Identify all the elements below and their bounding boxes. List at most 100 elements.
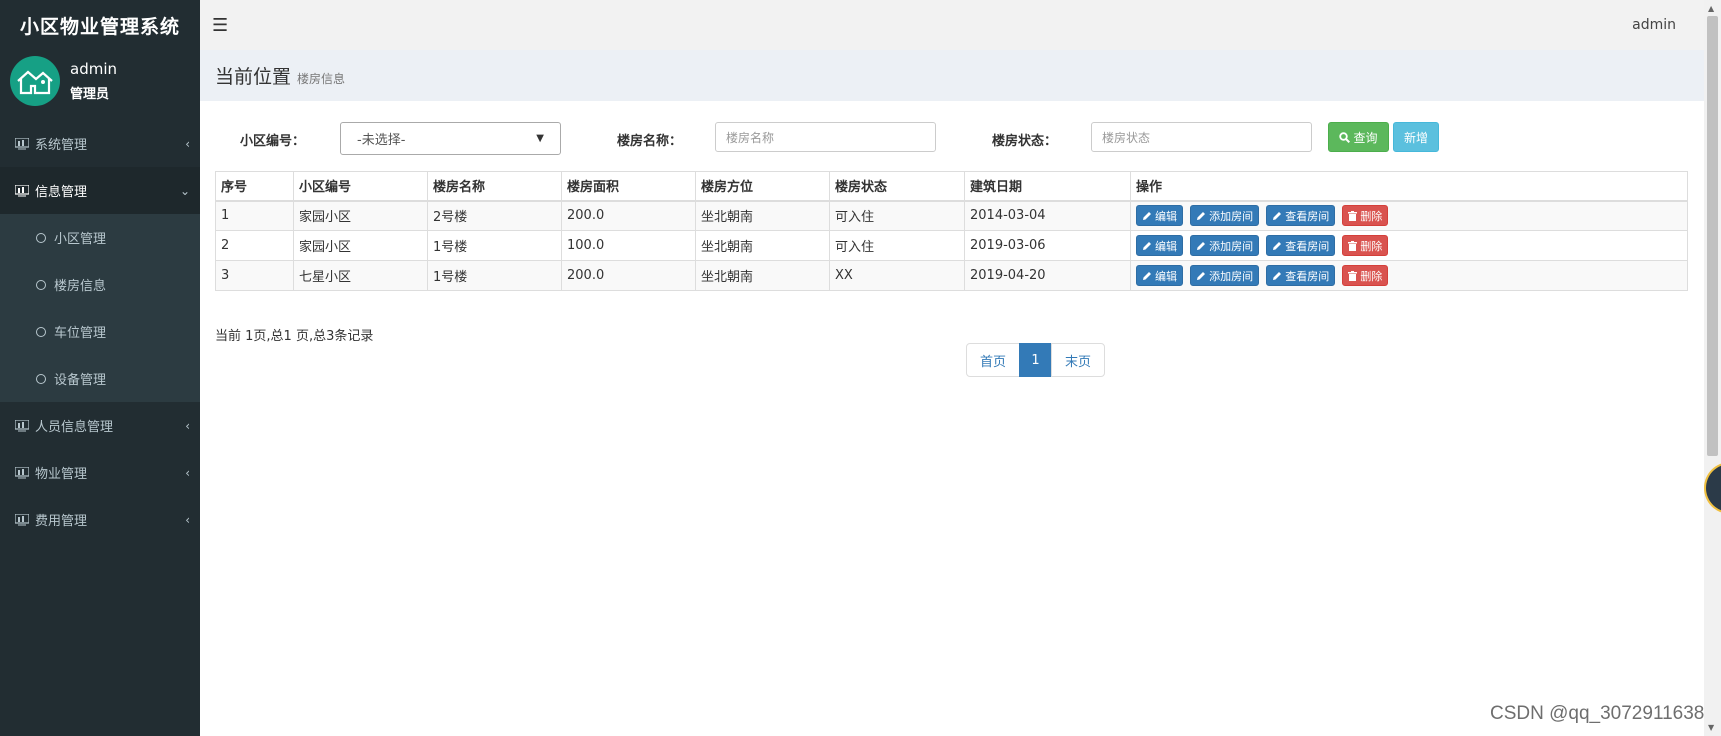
- table-cell: 可入住: [829, 200, 965, 231]
- table-cell: 200.0: [561, 260, 696, 291]
- column-header: 楼房面积: [561, 171, 696, 202]
- sidebar-subitem-label: 设备管理: [54, 373, 107, 388]
- edit-button-label: 编辑: [1155, 239, 1177, 253]
- chevron-down-icon: ⌄: [179, 183, 190, 198]
- chevron-left-icon: ‹: [185, 418, 190, 433]
- sidebar-subitem-label: 小区管理: [54, 232, 107, 247]
- table-cell: 坐北朝南: [695, 200, 830, 231]
- header-user[interactable]: admin: [1632, 17, 1676, 33]
- circle-icon: [36, 279, 46, 290]
- column-header: 楼房名称: [427, 171, 562, 202]
- add-room-button[interactable]: 添加房间: [1190, 265, 1260, 286]
- table-cell: 坐北朝南: [695, 260, 830, 291]
- sidebar-subitem-parking[interactable]: 车位管理: [0, 308, 200, 355]
- column-header: 小区编号: [293, 171, 428, 202]
- table-header-row: 序号 小区编号 楼房名称 楼房面积 楼房方位 楼房状态 建筑日期 操作: [215, 171, 1688, 202]
- building-name-input[interactable]: 楼房名称: [715, 122, 936, 152]
- scroll-down-arrow-icon[interactable]: ▼: [1708, 723, 1714, 732]
- table-cell: 2: [215, 230, 294, 261]
- community-select[interactable]: -未选择- ▼: [340, 122, 561, 155]
- chevron-left-icon: ‹: [185, 136, 190, 151]
- sidebar-item-system[interactable]: 系统管理 ‹: [0, 120, 200, 167]
- sidebar-item-info[interactable]: 信息管理 ⌄: [0, 167, 200, 214]
- pencil-icon: [1197, 211, 1206, 220]
- add-button[interactable]: 新增: [1393, 122, 1439, 152]
- edit-button[interactable]: 编辑: [1136, 265, 1183, 286]
- add-room-button[interactable]: 添加房间: [1190, 205, 1260, 227]
- table-cell: 坐北朝南: [695, 230, 830, 261]
- pencil-icon: [1143, 271, 1151, 280]
- sidebar-item-fees[interactable]: 费用管理 ‹: [0, 496, 200, 543]
- table-cell: 家园小区: [293, 230, 428, 261]
- delete-button[interactable]: 删除: [1342, 265, 1389, 286]
- add-room-button[interactable]: 添加房间: [1190, 235, 1260, 256]
- dashboard-icon: [15, 466, 29, 478]
- view-room-button[interactable]: 查看房间: [1266, 235, 1336, 256]
- pencil-icon: [1197, 271, 1206, 280]
- chevron-left-icon: ‹: [185, 512, 190, 527]
- building-status-input[interactable]: 楼房状态: [1091, 122, 1312, 152]
- watermark: CSDN @qq_3072911638: [1490, 703, 1705, 724]
- last-page-button[interactable]: 末页: [1051, 343, 1105, 377]
- view-room-button[interactable]: 查看房间: [1266, 265, 1336, 286]
- sidebar: 小区物业管理系统 admin 管理员 系统管理 ‹ 信息管理 ⌄ 小区管理 楼房…: [0, 0, 200, 736]
- table-cell: 2号楼: [427, 200, 562, 231]
- actions-cell: 编辑 添加房间 查看房间 删除: [1130, 230, 1688, 261]
- dashboard-icon: [15, 137, 29, 149]
- delete-button[interactable]: 删除: [1342, 235, 1389, 256]
- circle-icon: [36, 232, 46, 243]
- sidebar-item-label: 信息管理: [35, 185, 88, 200]
- view-room-button[interactable]: 查看房间: [1266, 205, 1336, 227]
- search-button[interactable]: 查询: [1328, 122, 1389, 152]
- trash-icon: [1348, 210, 1358, 221]
- hamburger-icon[interactable]: ☰: [212, 15, 228, 36]
- view-room-button-label: 查看房间: [1285, 209, 1330, 223]
- building-status-label: 楼房状态：: [992, 134, 1058, 149]
- pencil-icon: [1273, 271, 1282, 280]
- pencil-icon: [1197, 241, 1206, 250]
- sidebar-item-property[interactable]: 物业管理 ‹: [0, 449, 200, 496]
- filter-bar: 小区编号： -未选择- ▼ 楼房名称： 楼房名称 楼房状态： 楼房状态 查询 新…: [200, 122, 1704, 155]
- pagination: 首页 1 末页: [966, 343, 1105, 377]
- column-header: 序号: [215, 171, 294, 202]
- delete-button-label: 删除: [1360, 209, 1383, 223]
- sidebar-item-personnel[interactable]: 人员信息管理 ‹: [0, 402, 200, 449]
- search-icon: [1339, 131, 1351, 143]
- search-button-label: 查询: [1353, 130, 1378, 145]
- sidebar-subitem-equipment[interactable]: 设备管理: [0, 355, 200, 402]
- circle-icon: [36, 373, 46, 384]
- sidebar-subitem-community[interactable]: 小区管理: [0, 214, 200, 261]
- breadcrumb-title: 当前位置: [215, 66, 292, 88]
- vertical-scrollbar[interactable]: ▲ ▼: [1704, 0, 1721, 736]
- avatar: [10, 56, 60, 106]
- chevron-left-icon: ‹: [185, 465, 190, 480]
- edit-button[interactable]: 编辑: [1136, 205, 1183, 227]
- community-label: 小区编号：: [240, 134, 306, 149]
- column-header: 建筑日期: [964, 171, 1131, 202]
- table-cell: 可入住: [829, 230, 965, 261]
- table-row: 3 七星小区 1号楼 200.0 坐北朝南 XX 2019-04-20 编辑 添…: [215, 260, 1688, 291]
- table-cell: 1: [215, 200, 294, 231]
- user-name: admin: [70, 60, 117, 78]
- scroll-up-arrow-icon[interactable]: ▲: [1708, 4, 1714, 13]
- main-content: 小区编号： -未选择- ▼ 楼房名称： 楼房名称 楼房状态： 楼房状态 查询 新…: [200, 101, 1704, 736]
- building-name-label: 楼房名称：: [617, 134, 683, 149]
- delete-button-label: 删除: [1360, 269, 1383, 283]
- sidebar-subitem-label: 车位管理: [54, 326, 107, 341]
- scrollbar-thumb[interactable]: [1707, 16, 1718, 456]
- community-select-value: -未选择-: [357, 133, 406, 148]
- submenu-info: 小区管理 楼房信息 车位管理 设备管理: [0, 214, 200, 402]
- add-room-button-label: 添加房间: [1209, 269, 1254, 283]
- first-page-button[interactable]: 首页: [966, 343, 1020, 377]
- table-cell: 200.0: [561, 200, 696, 231]
- table-cell: 七星小区: [293, 260, 428, 291]
- sidebar-subitem-label: 楼房信息: [54, 279, 107, 294]
- sidebar-subitem-building[interactable]: 楼房信息: [0, 261, 200, 308]
- trash-icon: [1348, 270, 1358, 281]
- pencil-icon: [1143, 241, 1151, 250]
- sidebar-item-label: 费用管理: [35, 514, 88, 529]
- sidebar-menu: 系统管理 ‹ 信息管理 ⌄ 小区管理 楼房信息 车位管理 设备管理 人员信息管理…: [0, 120, 200, 543]
- delete-button[interactable]: 删除: [1342, 205, 1389, 227]
- edit-button[interactable]: 编辑: [1136, 235, 1183, 256]
- page-number-button[interactable]: 1: [1019, 343, 1052, 377]
